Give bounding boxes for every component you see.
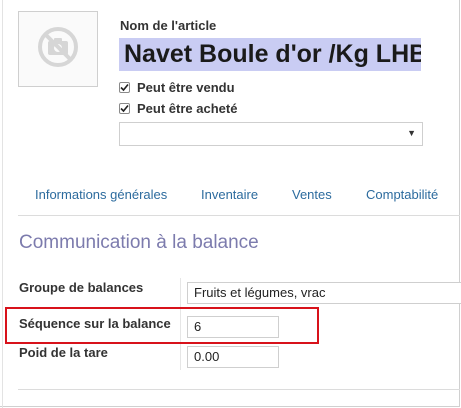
checkmark-icon — [120, 104, 129, 112]
sheet-left-edge — [2, 0, 3, 408]
tab-general-information[interactable]: Informations générales — [35, 187, 167, 202]
can-be-purchased-row[interactable]: Peut être acheté — [119, 100, 237, 116]
camera-off-icon — [36, 25, 80, 74]
tabs-divider — [18, 215, 460, 216]
section-title: Communication à la balance — [19, 232, 259, 253]
dropdown-arrow-icon: ▼ — [407, 128, 416, 138]
product-image[interactable] — [18, 11, 98, 87]
tab-inventory[interactable]: Inventaire — [201, 187, 258, 202]
field-separator — [180, 278, 181, 370]
section-bottom-divider — [18, 389, 460, 390]
scale-sequence-input[interactable]: 6 — [187, 316, 279, 338]
can-be-sold-label: Peut être vendu — [137, 79, 235, 95]
can-be-sold-row[interactable]: Peut être vendu — [119, 79, 235, 95]
category-select[interactable]: ▼ — [119, 122, 423, 146]
tare-weight-label: Poid de la tare — [19, 345, 108, 360]
tab-sales[interactable]: Ventes — [292, 187, 332, 202]
scale-sequence-label: Séquence sur la balance — [19, 316, 171, 331]
scale-group-field[interactable]: Fruits et légumes, vrac — [187, 282, 461, 304]
can-be-purchased-label: Peut être acheté — [137, 100, 238, 116]
checkmark-icon — [120, 83, 129, 91]
tare-weight-input[interactable]: 0.00 — [187, 346, 279, 368]
name-label: Nom de l'article — [120, 18, 217, 33]
tab-accounting[interactable]: Comptabilité — [366, 187, 438, 202]
scale-group-label: Groupe de balances — [19, 280, 144, 295]
product-name-input[interactable]: Navet Boule d'or /Kg LHB — [119, 38, 421, 71]
can-be-sold-checkbox[interactable] — [119, 81, 130, 93]
can-be-purchased-checkbox[interactable] — [119, 102, 130, 114]
